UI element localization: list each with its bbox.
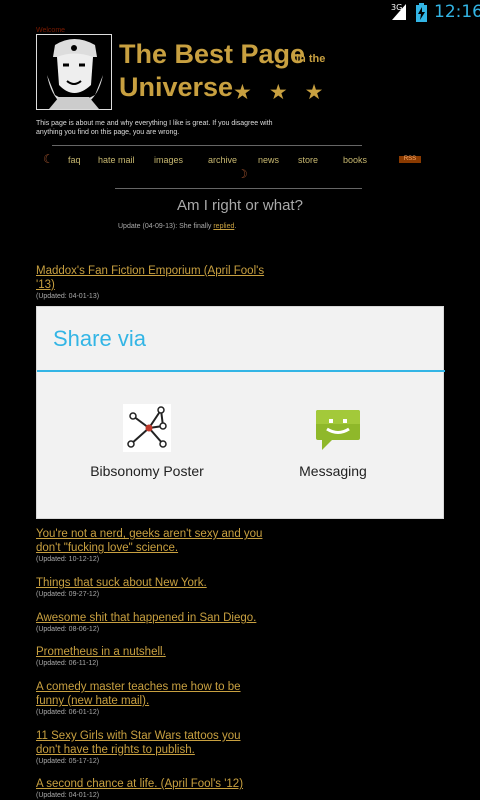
battery-charging-icon xyxy=(416,3,427,22)
bibsonomy-icon xyxy=(123,404,171,452)
option-label: Bibsonomy Poster xyxy=(90,463,204,479)
signal-icon xyxy=(392,4,406,20)
share-option-bibsonomy[interactable]: Bibsonomy Poster xyxy=(37,373,241,519)
clock: 12:16 xyxy=(434,2,480,22)
share-dialog: Share via Bibsonomy Poster Messaging xyxy=(36,306,445,519)
status-bar: 3G 12:16 xyxy=(0,0,480,25)
dialog-title: Share via xyxy=(53,326,146,351)
option-label: Messaging xyxy=(299,463,367,479)
dialog-title-divider xyxy=(37,370,445,372)
messaging-icon xyxy=(316,410,360,450)
share-option-messaging[interactable]: Messaging xyxy=(241,373,445,519)
